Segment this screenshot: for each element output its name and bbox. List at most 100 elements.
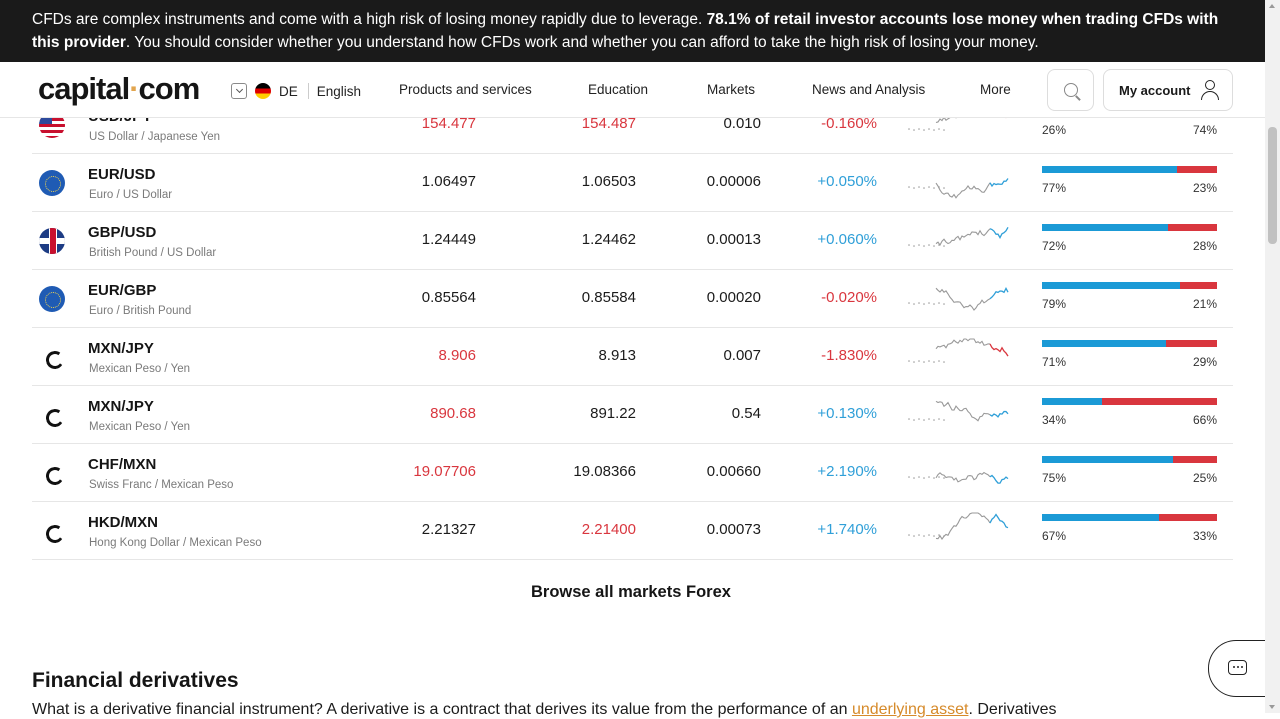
browse-all-markets-link[interactable]: Browse all markets Forex: [531, 583, 731, 602]
region-selector[interactable]: DE English: [231, 82, 361, 100]
table-row[interactable]: MXN/JPY Mexican Peso / Yen 8.906 8.913 0.007…: [32, 328, 1233, 386]
currency-flag-icon: [39, 402, 65, 428]
buy-price[interactable]: 1.24462: [582, 231, 636, 248]
sparkline-chart: [908, 178, 1009, 199]
risk-warning-banner: CFDs are complex instruments and come wi…: [0, 0, 1265, 62]
change-percent: +2.190%: [817, 463, 877, 480]
table-row[interactable]: CHF/MXN Swiss Franc / Mexican Peso 19.0770…: [32, 444, 1233, 502]
sell-price[interactable]: 890.68: [430, 405, 476, 422]
currency-flag-icon: [39, 170, 65, 196]
instrument-symbol[interactable]: EUR/GBP: [88, 282, 156, 299]
sentiment-buy-fill: [1042, 224, 1168, 231]
buy-price[interactable]: 2.21400: [582, 521, 636, 538]
sell-price[interactable]: 2.21327: [422, 521, 476, 538]
menu-markets[interactable]: Markets: [707, 82, 755, 97]
menu-products-and-services[interactable]: Products and services: [399, 82, 532, 97]
sentiment-buy-percent: 71%: [1042, 355, 1067, 369]
change-percent: +0.050%: [817, 173, 877, 190]
logo-word: capital: [38, 71, 130, 106]
spread-value: 0.00006: [706, 173, 761, 190]
menu-more[interactable]: More: [980, 82, 1011, 97]
sentiment-bar: [1042, 224, 1217, 231]
instrument-name: US Dollar / Japanese Yen: [89, 131, 221, 143]
divider: [307, 83, 309, 99]
sentiment-sell-percent: 25%: [1192, 471, 1217, 485]
sparkline-chart: [908, 286, 1009, 311]
sell-price[interactable]: 1.24449: [422, 231, 476, 248]
top-navigation: capital·com DE English Products and serv…: [0, 62, 1265, 118]
table-row[interactable]: HKD/MXN Hong Kong Dollar / Mexican Peso 2.…: [32, 502, 1233, 560]
client-sentiment: 67% 33%: [1042, 514, 1217, 545]
table-row[interactable]: EUR/USD Euro / US Dollar 1.06497 1.06503 0.0…: [32, 154, 1233, 212]
table-row[interactable]: EUR/GBP Euro / British Pound 0.85564 0.8558…: [32, 270, 1233, 328]
sell-price[interactable]: 1.06497: [422, 173, 476, 190]
sentiment-sell-percent: 23%: [1192, 181, 1217, 195]
currency-flag-icon: [39, 228, 65, 254]
spread-value: 0.54: [731, 405, 761, 422]
change-percent: +0.130%: [817, 405, 877, 422]
sell-price[interactable]: 0.85564: [422, 289, 476, 306]
sentiment-buy-percent: 67%: [1042, 529, 1067, 543]
sell-price[interactable]: 19.07706: [413, 463, 476, 480]
currency-flag-icon: [39, 518, 65, 544]
change-percent: +1.740%: [817, 521, 877, 538]
table-row[interactable]: GBP/USD British Pound / US Dollar 1.24449 1…: [32, 212, 1233, 270]
section-title: Financial derivatives: [32, 669, 239, 692]
sparkline-chart: [908, 338, 1009, 363]
sentiment-bar: [1042, 282, 1217, 289]
body-text-start: What is a derivative financial instrumen…: [32, 701, 852, 718]
sentiment-bar: [1042, 166, 1217, 173]
client-sentiment: 77% 23%: [1042, 166, 1217, 197]
sentiment-sell-percent: 29%: [1192, 355, 1217, 369]
buy-price[interactable]: 0.85584: [582, 289, 636, 306]
instrument-name: Mexican Peso / Yen: [89, 421, 191, 433]
sentiment-buy-fill: [1042, 166, 1177, 173]
capital-logo[interactable]: capital·com: [38, 71, 200, 107]
sentiment-bar: [1042, 398, 1217, 405]
chat-button[interactable]: [1208, 640, 1268, 697]
instrument-symbol[interactable]: GBP/USD: [88, 224, 156, 241]
scrollbar-thumb[interactable]: [1268, 127, 1277, 244]
my-account-button[interactable]: My account: [1103, 69, 1233, 111]
instrument-symbol[interactable]: MXN/JPY: [88, 398, 154, 415]
instrument-symbol[interactable]: EUR/USD: [88, 166, 156, 183]
change-percent: -1.830%: [821, 347, 877, 364]
user-icon: [1201, 80, 1219, 100]
scroll-up-arrow-icon[interactable]: [1269, 4, 1275, 8]
language-label: English: [316, 83, 362, 99]
currency-flag-icon: [39, 286, 65, 312]
menu-education[interactable]: Education: [588, 82, 648, 97]
scrollbar[interactable]: [1265, 0, 1280, 713]
menu-news-and-analysis[interactable]: News and Analysis: [812, 82, 925, 97]
buy-price[interactable]: 8.913: [598, 347, 636, 364]
buy-price[interactable]: 19.08366: [573, 463, 636, 480]
table-row[interactable]: MXN/JPY Mexican Peso / Yen 890.68 891.22 0.5…: [32, 386, 1233, 444]
my-account-label: My account: [1119, 83, 1191, 98]
client-sentiment: 71% 29%: [1042, 340, 1217, 371]
sentiment-buy-fill: [1042, 282, 1181, 289]
germany-flag-icon: [255, 83, 271, 99]
buy-price[interactable]: 891.22: [590, 405, 636, 422]
sentiment-buy-percent: 72%: [1042, 239, 1067, 253]
buy-price[interactable]: 1.06503: [582, 173, 636, 190]
sentiment-bar: [1042, 514, 1217, 521]
instrument-symbol[interactable]: CHF/MXN: [88, 456, 156, 473]
logo-dot: ·: [129, 71, 139, 106]
spread-value: 0.00073: [706, 521, 761, 538]
spread-value: 0.007: [723, 347, 761, 364]
scroll-down-arrow-icon[interactable]: [1269, 705, 1275, 709]
body-text-end: . Derivatives: [968, 701, 1057, 718]
sentiment-buy-fill: [1042, 398, 1102, 405]
sentiment-sell-percent: 28%: [1192, 239, 1217, 253]
instrument-symbol[interactable]: MXN/JPY: [88, 340, 154, 357]
instrument-name: Mexican Peso / Yen: [89, 363, 191, 375]
spread-value: 0.00020: [706, 289, 761, 306]
currency-flag-icon: [39, 460, 65, 486]
client-sentiment: 72% 28%: [1042, 224, 1217, 255]
instrument-symbol[interactable]: HKD/MXN: [88, 514, 158, 531]
search-button[interactable]: [1047, 69, 1094, 111]
sell-price[interactable]: 8.906: [438, 347, 476, 364]
chat-icon: [1228, 660, 1247, 675]
sparkline-chart: [908, 471, 1009, 484]
underlying-asset-link[interactable]: underlying asset: [852, 701, 969, 718]
